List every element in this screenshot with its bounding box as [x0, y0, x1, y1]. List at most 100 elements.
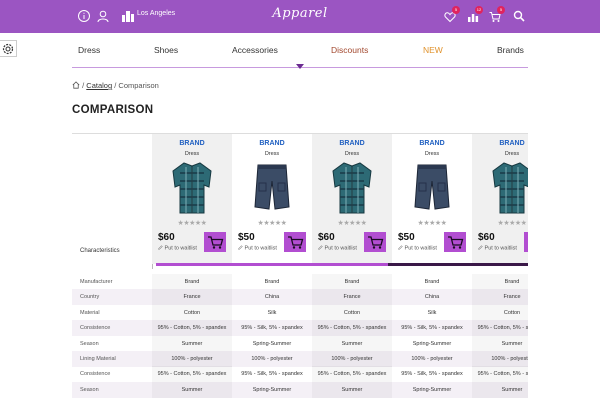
breadcrumb-catalog[interactable]: Catalog [86, 81, 112, 90]
product-type: Dress [344, 151, 360, 157]
add-to-cart-button[interactable] [364, 232, 386, 252]
nav-item-accessories[interactable]: Accessories [232, 45, 278, 55]
product-image[interactable] [329, 159, 375, 215]
table-cell: 95% - Cotton, 5% - spandex [317, 325, 387, 332]
home-icon[interactable] [72, 81, 80, 89]
table-cell: China [424, 294, 440, 301]
table-cell: 100% - polyester [411, 356, 453, 362]
table-row-manufacturer: Manufacturer Brand Brand Brand Brand Brand [72, 274, 528, 290]
breadcrumb-separator: / [114, 81, 117, 90]
product-column: BRAND Dress ★★★★★ $50 Put to waitlist [392, 134, 472, 264]
shorts-image [254, 164, 290, 210]
edit-icon [158, 245, 163, 250]
table-cell: Spring-Summer [412, 340, 452, 347]
table-cell: Brand [424, 279, 440, 285]
product-image[interactable] [489, 159, 528, 215]
product-brand[interactable]: BRAND [392, 140, 472, 147]
product-price: $50 [238, 232, 255, 243]
cart-button[interactable]: 5 [489, 6, 505, 22]
nav-item-shoes[interactable]: Shoes [154, 45, 178, 55]
product-image[interactable] [169, 159, 215, 215]
table-cell: Summer [341, 386, 363, 393]
table-cell: 95% - Cotton, 5% - spandex [317, 371, 387, 378]
table-cell: 100% - polyester [251, 356, 293, 362]
row-label: Consistence [80, 371, 111, 378]
logo[interactable]: Apparel [0, 6, 600, 21]
table-row-season: Season Summer Spring-Summer Summer Spring-Su… [72, 336, 528, 352]
row-label: Country [80, 294, 100, 301]
table-cell: Silk [267, 309, 277, 316]
product-brand[interactable]: BRAND [232, 140, 312, 147]
product-column: BRAND Dress ★★★★★ $60 Put to waitlist [472, 134, 528, 264]
product-type: Dress [184, 151, 200, 157]
table-cell: Spring-Summer [252, 386, 292, 393]
rating-stars[interactable]: ★★★★★ [312, 219, 392, 227]
table-cell: 95% - Silk, 5% - spandex [401, 325, 463, 332]
table-cell: Summer [181, 386, 203, 393]
table-cell: France [503, 294, 521, 301]
waitlist-link[interactable]: Put to waitlist [318, 245, 357, 252]
breadcrumb: / Catalog / Comparison [72, 81, 159, 90]
table-cell: Cotton [503, 309, 521, 316]
waitlist-link[interactable]: Put to waitlist [158, 245, 197, 252]
shirt-image [332, 162, 372, 214]
settings-button[interactable] [0, 40, 17, 57]
cart-icon [448, 236, 464, 249]
add-to-cart-button[interactable] [204, 232, 226, 252]
product-price: $60 [478, 232, 495, 243]
add-to-cart-button[interactable] [524, 232, 528, 252]
shirt-image [172, 162, 212, 214]
rating-stars[interactable]: ★★★★★ [472, 219, 528, 227]
rating-stars[interactable]: ★★★★★ [232, 219, 312, 227]
nav-item-dress[interactable]: Dress [78, 45, 100, 55]
product-price: $60 [318, 232, 335, 243]
page-title: COMPARISON [72, 104, 154, 116]
table-cell: Brand [344, 279, 360, 285]
table-cell: 95% - Silk, 5% - spandex [401, 371, 463, 378]
product-brand[interactable]: BRAND [152, 140, 232, 147]
table-cell: France [183, 294, 201, 301]
cart-count-badge: 5 [497, 6, 505, 14]
waitlist-label: Put to waitlist [244, 245, 277, 252]
table-cell: 95% - Cotton, 5% - spandex [157, 371, 227, 378]
add-to-cart-button[interactable] [444, 232, 466, 252]
wishlist-button[interactable]: 5 [444, 6, 460, 23]
cart-icon [524, 232, 528, 252]
table-row-country: Country France China France China France [72, 289, 528, 306]
table-cell: Spring-Summer [412, 386, 452, 393]
edit-icon [238, 245, 243, 250]
product-brand[interactable]: BRAND [312, 140, 392, 147]
table-cell: 95% - Silk, 5% - spandex [241, 325, 303, 332]
nav-item-new[interactable]: NEW [423, 45, 443, 55]
table-cell: Spring-Summer [252, 340, 292, 347]
row-label: Manufacturer [80, 279, 113, 285]
row-label: Season [80, 386, 99, 393]
product-type: Dress [424, 151, 440, 157]
table-row-season: Season Summer Spring-Summer Summer Spring-Su… [72, 381, 528, 398]
search-icon[interactable] [513, 10, 525, 22]
waitlist-label: Put to waitlist [164, 245, 197, 252]
table-cell: 100% - polyester [171, 356, 213, 362]
product-brand[interactable]: BRAND [472, 140, 528, 147]
table-row-material: Material Cotton Silk Cotton Silk Cotton [72, 305, 528, 321]
nav-item-brands[interactable]: Brands [497, 45, 524, 55]
rating-stars[interactable]: ★★★★★ [152, 219, 232, 227]
table-row-lining-material: Lining Material 100% - polyester 100% - po… [72, 351, 528, 367]
top-header: Los Angeles Apparel 5 12 5 [0, 0, 600, 33]
rating-stars[interactable]: ★★★★★ [392, 219, 472, 227]
product-column: BRAND Dress ★★★★★ $50 Put to waitlist [232, 134, 312, 264]
breadcrumb-current: Comparison [118, 81, 159, 90]
waitlist-link[interactable]: Put to waitlist [478, 245, 517, 252]
waitlist-link[interactable]: Put to waitlist [398, 245, 437, 252]
table-cell: Brand [184, 279, 200, 285]
add-to-cart-button[interactable] [284, 232, 306, 252]
nav-item-discounts[interactable]: Discounts [331, 45, 368, 55]
table-row-consistence: Consistence 95% - Cotton, 5% - spandex 95%… [72, 320, 528, 337]
product-image[interactable] [249, 159, 295, 215]
waitlist-label: Put to waitlist [404, 245, 437, 252]
waitlist-link[interactable]: Put to waitlist [238, 245, 277, 252]
compare-button[interactable]: 12 [467, 6, 483, 22]
main-nav: Dress Shoes Accessories Discounts NEW Br… [72, 45, 528, 57]
product-image[interactable] [409, 159, 455, 215]
table-cell: 95% - Cotton, 5% - spandex [477, 371, 528, 378]
